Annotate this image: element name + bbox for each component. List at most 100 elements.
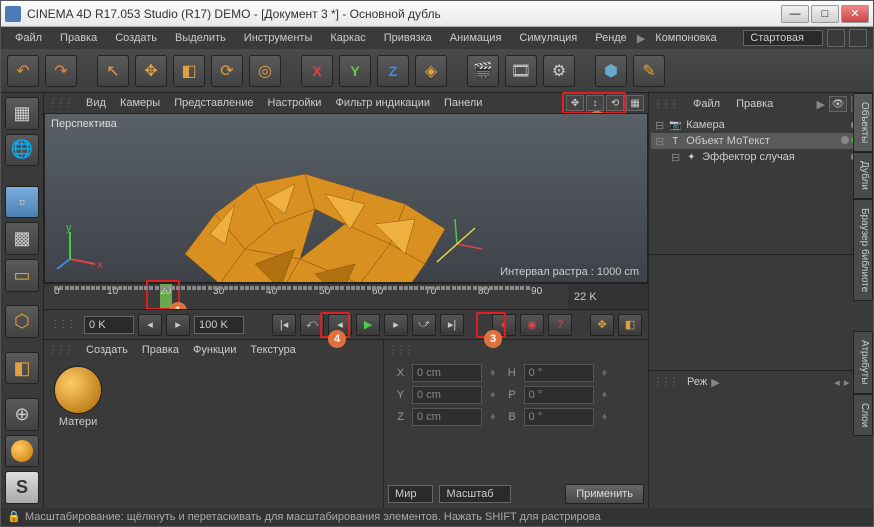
obj-menu-file[interactable]: Файл <box>687 96 726 112</box>
mat-menu-tex[interactable]: Текстура <box>244 342 301 358</box>
menu-snap[interactable]: Привязка <box>376 30 440 46</box>
layout-dropdown[interactable]: Стартовая <box>743 30 823 46</box>
point-mode-button[interactable]: ⬡ <box>5 305 39 338</box>
edge-mode-button[interactable]: ◧ <box>5 352 39 385</box>
goto-end-button[interactable]: ▸| <box>440 314 464 336</box>
minimize-button[interactable]: — <box>781 5 809 23</box>
mat-menu-create[interactable]: Создать <box>80 342 134 358</box>
rotate-tool[interactable]: ⟳ <box>211 55 243 87</box>
play-button[interactable]: ▶ <box>356 314 380 336</box>
start-frame-field[interactable] <box>84 316 134 334</box>
mode-label[interactable]: Реж <box>687 376 707 388</box>
model-mode-button[interactable]: ▫ <box>5 186 39 219</box>
viewport-3d[interactable]: Перспектива <box>44 113 648 283</box>
vp-menu-panel[interactable]: Панели <box>438 95 488 111</box>
vp-menu-filter[interactable]: Фильтр индикации <box>329 95 436 111</box>
tree-item[interactable]: ⊟📷Камера <box>651 117 871 133</box>
next-key-button[interactable]: ⤻ <box>412 314 436 336</box>
vp-orbit-icon[interactable]: ⟲ <box>606 95 624 111</box>
nav-fwd-icon[interactable]: ▸ <box>844 376 850 389</box>
range-end-button[interactable]: ▸ <box>166 314 190 336</box>
apply-button[interactable]: Применить <box>565 484 644 504</box>
pos-field[interactable] <box>412 364 482 382</box>
render-pict-button[interactable]: 🎞 <box>505 55 537 87</box>
next-frame-button[interactable]: ▸ <box>384 314 408 336</box>
select-tool[interactable]: ↖ <box>97 55 129 87</box>
layout-prev-button[interactable] <box>827 29 845 47</box>
make-editable-button[interactable]: ▦ <box>5 97 39 130</box>
tab-objects[interactable]: Объекты <box>853 93 873 152</box>
vp-layout-icon[interactable]: ▦ <box>626 95 644 111</box>
undo-button[interactable]: ↶ <box>7 55 39 87</box>
last-tool[interactable]: ◎ <box>249 55 281 87</box>
transform-mode-dropdown[interactable]: Масштаб <box>439 485 510 503</box>
menu-composite[interactable]: Компоновка <box>647 30 724 46</box>
snap-button[interactable]: S <box>5 471 39 504</box>
maximize-button[interactable]: □ <box>811 5 839 23</box>
rot-field[interactable] <box>524 386 594 404</box>
prev-frame-button[interactable]: ◂ <box>328 314 352 336</box>
menu-render[interactable]: Ренде <box>587 30 635 46</box>
pos-field[interactable] <box>412 408 482 426</box>
rot-field[interactable] <box>524 408 594 426</box>
end-frame-field[interactable] <box>194 316 244 334</box>
vp-zoom-icon[interactable]: ↕ <box>586 95 604 111</box>
goto-start-button[interactable]: |◂ <box>272 314 296 336</box>
keyframe-opts-button[interactable]: ? <box>548 314 572 336</box>
layout-next-button[interactable] <box>849 29 867 47</box>
tree-item[interactable]: ⊟TОбъект МоТекст✔ <box>651 133 871 149</box>
material-item[interactable]: Матери <box>50 366 106 502</box>
texture-mode-button[interactable]: ▩ <box>5 222 39 255</box>
menu-create[interactable]: Создать <box>107 30 165 46</box>
mat-menu-func[interactable]: Функции <box>187 342 242 358</box>
close-button[interactable]: ✕ <box>841 5 869 23</box>
tab-layers[interactable]: Слои <box>853 394 873 436</box>
move-tool[interactable]: ✥ <box>135 55 167 87</box>
axis-y-button[interactable]: Y <box>339 55 371 87</box>
render-view-button[interactable]: 🎬 <box>467 55 499 87</box>
scale-tool[interactable]: ◧ <box>173 55 205 87</box>
render-settings-button[interactable]: ⚙ <box>543 55 575 87</box>
pos-field[interactable] <box>412 386 482 404</box>
rot-field[interactable] <box>524 364 594 382</box>
material-ball-button[interactable] <box>5 435 39 468</box>
vp-menu-cameras[interactable]: Камеры <box>114 95 166 111</box>
vp-menu-display[interactable]: Представление <box>168 95 259 111</box>
axis-z-button[interactable]: Z <box>377 55 409 87</box>
tab-browser[interactable]: Браузер библиоте <box>853 199 873 301</box>
object-tree[interactable]: ⊟📷Камера⊟TОбъект МоТекст✔⊟✦Эффектор случ… <box>649 115 873 255</box>
coord-mode-dropdown[interactable]: Мир <box>388 485 433 503</box>
menu-simulation[interactable]: Симуляция <box>511 30 585 46</box>
range-start-button[interactable]: ◂ <box>138 314 162 336</box>
pos-key-button[interactable]: ✥ <box>590 314 614 336</box>
mat-menu-edit[interactable]: Правка <box>136 342 185 358</box>
axis-x-button[interactable]: X <box>301 55 333 87</box>
vp-menu-view[interactable]: Вид <box>80 95 112 111</box>
coord-system-button[interactable]: ◈ <box>415 55 447 87</box>
tree-item[interactable]: ⊟✦Эффектор случая <box>651 149 871 165</box>
menu-file[interactable]: Файл <box>7 30 50 46</box>
tweak-button[interactable]: ⊕ <box>5 398 39 431</box>
primitive-button[interactable]: ⬢ <box>595 55 627 87</box>
pen-button[interactable]: ✎ <box>633 55 665 87</box>
menu-edit[interactable]: Правка <box>52 30 105 46</box>
nav-back-icon[interactable]: ◂ <box>834 376 840 389</box>
vp-pan-icon[interactable]: ✥ <box>566 95 584 111</box>
menu-select[interactable]: Выделить <box>167 30 234 46</box>
menu-tools[interactable]: Инструменты <box>236 30 321 46</box>
obj-view-icon[interactable]: 👁 <box>829 96 847 112</box>
timeline-ruler[interactable]: 1 0102030405060708090 22 K <box>44 283 648 309</box>
menu-animation[interactable]: Анимация <box>442 30 510 46</box>
scale-key-button[interactable]: ◧ <box>618 314 642 336</box>
vp-menu-options[interactable]: Настройки <box>262 95 328 111</box>
tab-takes[interactable]: Дубли <box>853 152 873 199</box>
redo-button[interactable]: ↷ <box>45 55 77 87</box>
autokey-button[interactable]: ◉ <box>520 314 544 336</box>
world-button[interactable]: 🌐 <box>5 134 39 167</box>
obj-menu-edit[interactable]: Правка <box>730 96 779 112</box>
menu-mesh[interactable]: Каркас <box>322 30 373 46</box>
record-button[interactable]: ● <box>492 314 516 336</box>
prev-key-button[interactable]: ⤺ <box>300 314 324 336</box>
workplane-button[interactable]: ▭ <box>5 259 39 292</box>
axis-handle[interactable] <box>427 214 487 274</box>
